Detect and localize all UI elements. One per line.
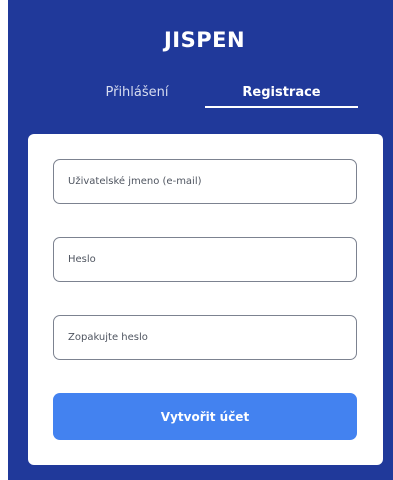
create-account-button[interactable]: Vytvořit účet (53, 393, 357, 440)
tab-login[interactable]: Přihlášení (82, 84, 192, 108)
repeat-password-field[interactable] (53, 315, 357, 360)
page-title: JISPEN (163, 28, 246, 52)
registration-card: Vytvořit účet (28, 134, 383, 465)
auth-tabs: Přihlášení Registrace (8, 84, 393, 110)
app-container: JISPEN Přihlášení Registrace Vytvořit úč… (8, 0, 393, 480)
tab-register[interactable]: Registrace (205, 84, 358, 108)
password-field[interactable] (53, 237, 357, 282)
email-field[interactable] (53, 159, 357, 204)
